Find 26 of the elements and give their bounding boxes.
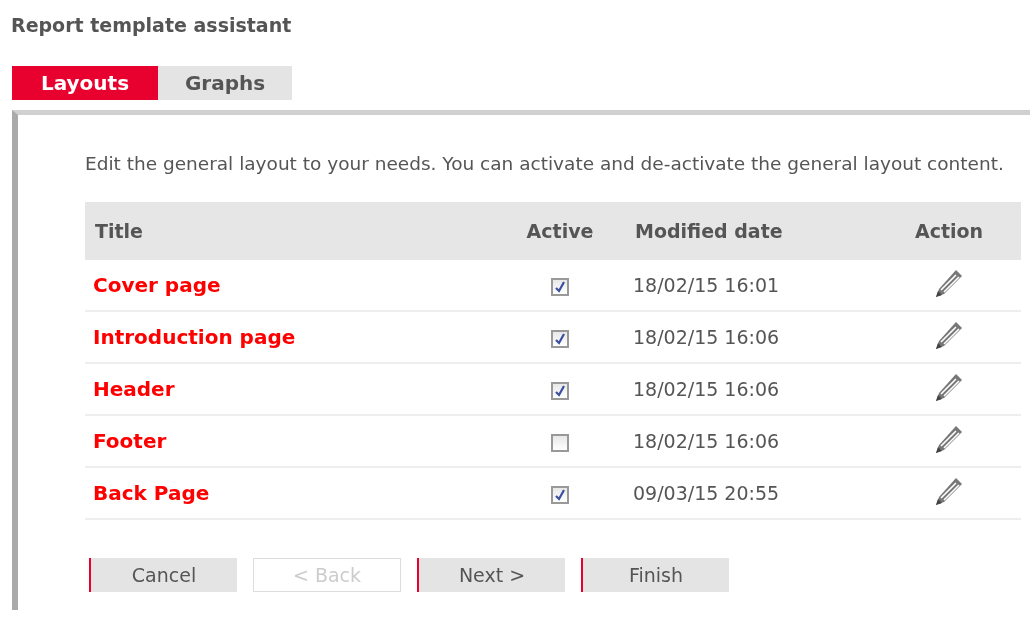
layout-title-link[interactable]: Footer (93, 429, 167, 453)
column-header: Action (877, 202, 1021, 260)
window-title: Report template assistant (11, 14, 293, 38)
layout-title-link[interactable]: Introduction page (93, 325, 296, 349)
column-header: Modified date (625, 202, 877, 260)
tab[interactable]: Graphs (158, 66, 292, 100)
checkbox[interactable] (551, 485, 569, 504)
description-text: Edit the general layout to your needs. You can activate and de-activate the general layout content. (85, 152, 1005, 176)
checkbox[interactable] (551, 381, 569, 400)
checkbox[interactable] (551, 329, 569, 348)
layout-title-link[interactable]: Cover page (93, 273, 221, 297)
tab[interactable]: Layouts (12, 66, 158, 100)
checkbox[interactable] (551, 433, 569, 452)
column-header: Title (85, 202, 495, 260)
modified-date: 18/02/15 16:06 (633, 326, 780, 348)
wizard-button[interactable]: Next > (417, 558, 565, 592)
layout-title-link[interactable]: Back Page (93, 481, 210, 505)
modified-date: 09/03/15 20:55 (633, 482, 780, 504)
layout-title-link[interactable]: Header (93, 377, 175, 401)
modified-date: 18/02/15 16:06 (633, 378, 780, 400)
checkbox[interactable] (551, 277, 569, 296)
wizard-button[interactable]: Cancel (89, 558, 237, 592)
modified-date: 18/02/15 16:01 (633, 274, 780, 296)
wizard-button[interactable]: Finish (581, 558, 729, 592)
column-header: Active (495, 202, 625, 260)
modified-date: 18/02/15 16:06 (633, 430, 780, 452)
